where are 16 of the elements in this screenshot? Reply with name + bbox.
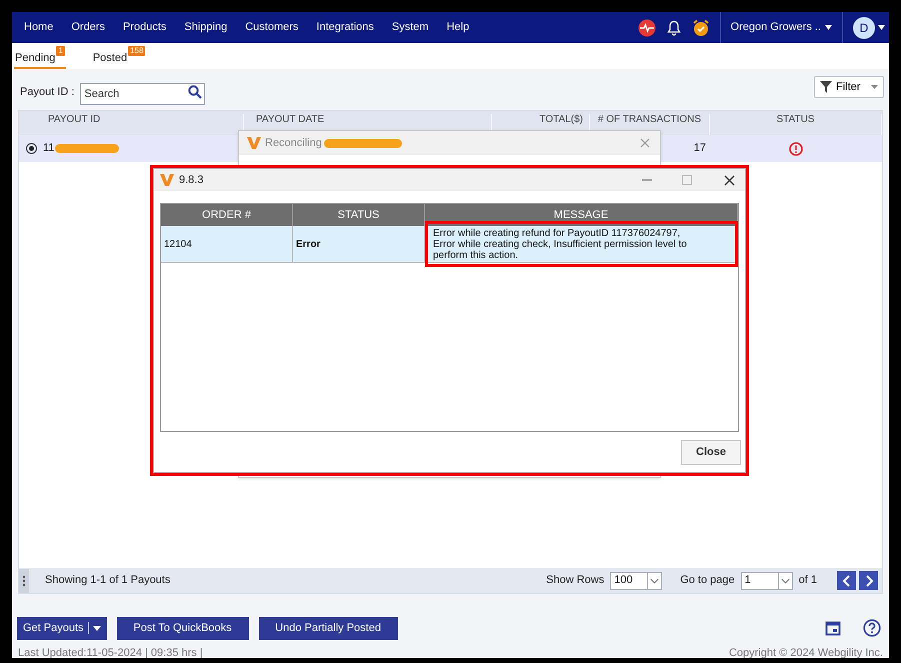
last-updated-text: Last Updated:11-05-2024 | 09:35 hrs | xyxy=(18,646,203,658)
table-cell-text: Error xyxy=(296,238,320,252)
dialog-title: Reconciling xyxy=(265,136,322,151)
count-badge: 158 xyxy=(128,46,146,56)
table-cell-text: 17 xyxy=(694,141,706,156)
go-to-page-label: Go to page xyxy=(680,573,735,588)
dialog-title: 9.8.3 xyxy=(179,172,204,188)
page-count: of 1 xyxy=(798,573,817,588)
table-cell-text: 12104 xyxy=(164,238,192,252)
show-rows-label: Show Rows xyxy=(546,573,604,588)
showing-count: Showing 1-1 of 1 Payouts xyxy=(45,573,170,588)
table-cell-text: 11 xyxy=(43,141,54,156)
message-text: Error while creating refund for PayoutID 117376024797, Error while creating check, Insufficient permission level to perform this action. xyxy=(433,228,688,260)
count-badge: 1 xyxy=(56,46,65,56)
payout-id-label: Payout ID : xyxy=(20,84,74,100)
copyright-text: Copyright © 2024 Webgility Inc. xyxy=(728,646,883,658)
